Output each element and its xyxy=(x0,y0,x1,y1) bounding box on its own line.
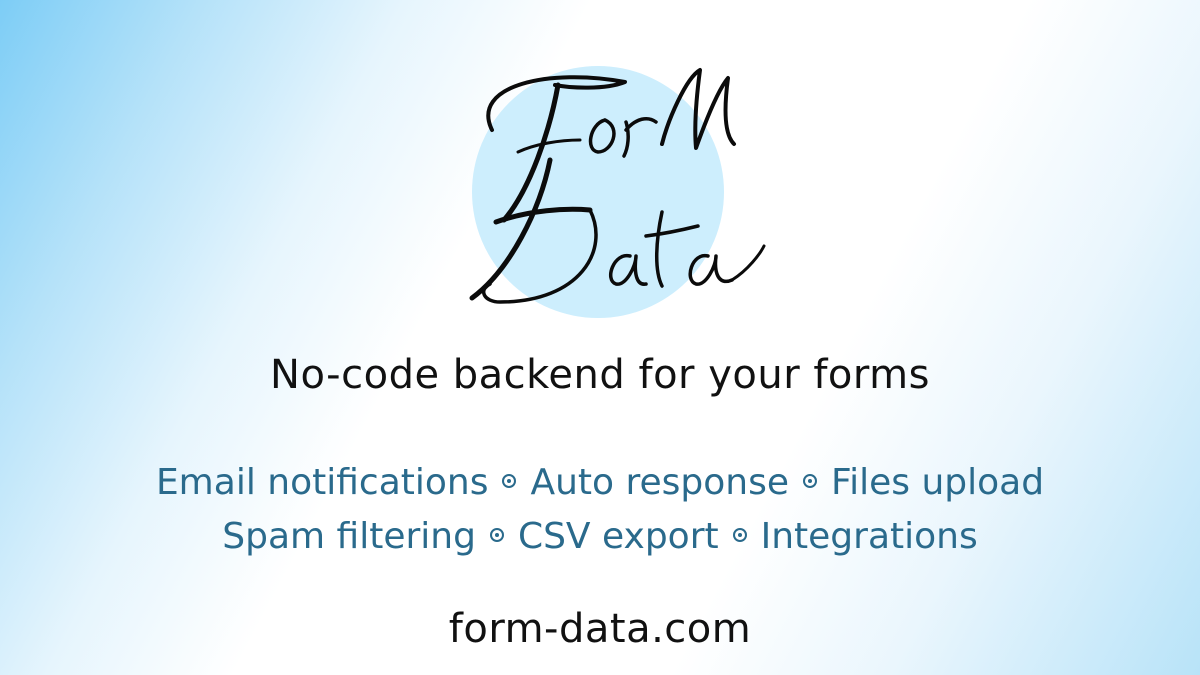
feature-integrations: Integrations xyxy=(760,516,978,557)
feature-email-notifications: Email notifications xyxy=(155,462,489,503)
tagline: No-code backend for your forms xyxy=(270,352,930,398)
feature-line-1: Email notifications Auto response Files up… xyxy=(0,456,1200,510)
bullet-circle-icon xyxy=(489,528,504,542)
feature-files-upload: Files upload xyxy=(831,462,1045,503)
bullet-circle-icon xyxy=(502,474,517,488)
feature-auto-response: Auto response xyxy=(530,462,790,503)
feature-list: Email notifications Auto response Files up… xyxy=(0,456,1200,564)
logo-circle-background xyxy=(472,66,724,318)
website-domain: form-data.com xyxy=(448,606,752,652)
bullet-circle-icon xyxy=(732,528,747,542)
bullet-circle-icon xyxy=(803,474,818,488)
form-data-logo xyxy=(400,40,800,320)
feature-spam-filtering: Spam filtering xyxy=(222,516,476,557)
feature-csv-export: CSV export xyxy=(517,516,719,557)
feature-line-2: Spam filtering CSV export Integrations xyxy=(0,510,1200,564)
form-data-logo-artwork xyxy=(469,66,766,318)
